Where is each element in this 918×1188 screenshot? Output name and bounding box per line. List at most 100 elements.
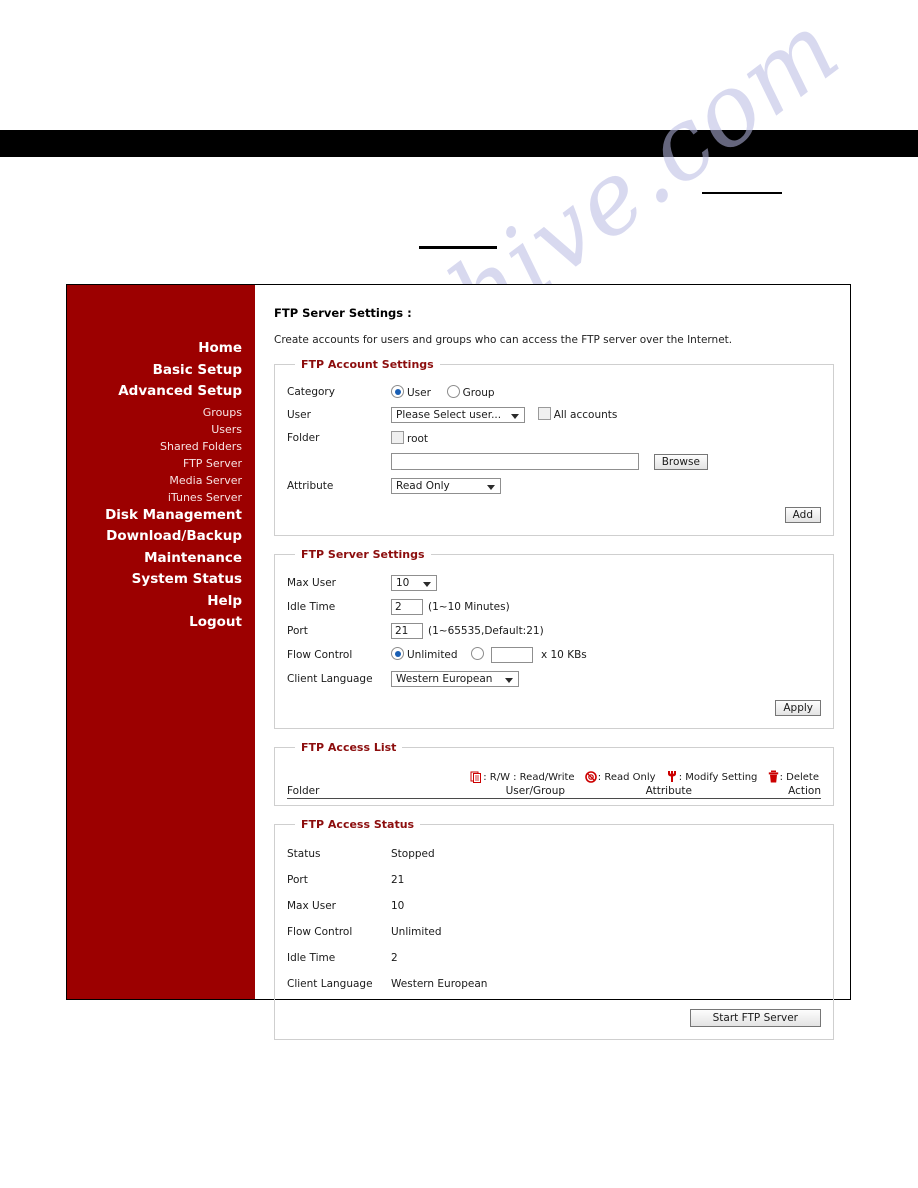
folder-root-checkbox[interactable] — [391, 431, 404, 444]
category-group-radio[interactable] — [446, 385, 460, 398]
sidebar-nav: Home Basic Setup Advanced Setup Groups Users… — [67, 285, 255, 999]
column-header-user-group: User/Group — [505, 785, 566, 797]
client-language-row: Client Language Western European — [287, 667, 821, 691]
apply-button[interactable]: Apply — [775, 699, 821, 716]
attribute-label: Attribute — [287, 480, 334, 492]
user-label: User — [287, 409, 311, 421]
ftp-access-list-legend: FTP Access List — [301, 741, 397, 754]
status-value: 10 — [391, 900, 405, 912]
add-button[interactable]: Add — [784, 506, 821, 523]
idle-time-row: Idle Time 2 (1~10 Minutes) — [287, 595, 821, 619]
sidebar-item-disk-management[interactable]: Disk Management — [67, 508, 255, 523]
modify-setting-icon — [667, 771, 676, 782]
status-row: Flow Control Unlimited — [287, 919, 821, 945]
sidebar-item-advanced-setup[interactable]: Advanced Setup — [67, 384, 255, 399]
ftp-account-settings-section: FTP Account Settings Category User Group… — [274, 358, 834, 536]
all-accounts-label: All accounts — [553, 409, 618, 421]
ftp-access-list-section: FTP Access List : R/W : Read/Write : Rea… — [274, 741, 834, 806]
flow-control-controls: Unlimited x 10 KBs — [391, 643, 821, 667]
user-controls: Please Select user... All accounts — [391, 403, 821, 427]
status-key: Flow Control — [287, 926, 353, 938]
folder-row: Folder root — [287, 427, 821, 449]
attribute-select[interactable]: Read Only — [391, 478, 501, 494]
user-row: User Please Select user... All accounts — [287, 403, 821, 427]
ftp-server-settings-section: FTP Server Settings Max User 10 Idle Tim… — [274, 548, 834, 729]
start-ftp-server-button[interactable]: Start FTP Server — [689, 1008, 821, 1027]
page-description: Create accounts for users and groups who… — [274, 334, 733, 346]
folder-path-spacer — [287, 449, 391, 474]
sidebar-item-system-status[interactable]: System Status — [67, 572, 255, 587]
attribute-controls: Read Only — [391, 474, 821, 498]
status-value: 2 — [391, 952, 398, 964]
folder-label: Folder — [287, 432, 320, 444]
category-label: Category — [287, 386, 335, 398]
read-write-legend-text: : R/W : Read/Write — [483, 772, 575, 783]
port-hint: (1~65535,Default:21) — [428, 625, 544, 637]
redacted-header-bar — [0, 130, 918, 157]
folder-root-label: root — [407, 433, 429, 445]
main-content: FTP Server Settings : Create accounts fo… — [255, 285, 850, 1040]
port-label: Port — [287, 625, 308, 637]
status-row: Idle Time 2 — [287, 945, 821, 971]
sidebar-item-help[interactable]: Help — [67, 594, 255, 609]
redaction-rule-top-right — [702, 192, 782, 194]
access-list-icon-legend: : R/W : Read/Write : Read Only : Modify … — [287, 764, 821, 785]
max-user-row: Max User 10 — [287, 571, 821, 595]
status-key: Status — [287, 848, 321, 860]
status-key: Idle Time — [287, 952, 336, 964]
read-only-legend-text: : Read Only — [597, 772, 656, 783]
sidebar-item-download-backup[interactable]: Download/Backup — [67, 529, 255, 544]
flow-unit-label: x 10 KBs — [540, 649, 587, 661]
sidebar-item-basic-setup[interactable]: Basic Setup — [67, 363, 255, 378]
flow-custom-input[interactable] — [490, 647, 533, 663]
sidebar-item-itunes-server[interactable]: iTunes Server — [67, 492, 255, 503]
sidebar-item-home[interactable]: Home — [67, 341, 255, 356]
status-row: Max User 10 — [287, 893, 821, 919]
idle-time-input[interactable]: 2 — [391, 599, 423, 615]
page-title: FTP Server Settings : — [274, 306, 412, 320]
all-accounts-checkbox[interactable] — [537, 407, 551, 420]
max-user-controls: 10 — [391, 571, 821, 595]
client-language-controls: Western European — [391, 667, 821, 691]
folder-path-controls: Browse — [391, 449, 821, 474]
status-key: Max User — [287, 900, 336, 912]
idle-time-controls: 2 (1~10 Minutes) — [391, 595, 821, 619]
flow-unlimited-radio[interactable] — [391, 647, 404, 660]
category-options: User Group — [391, 381, 821, 403]
account-actions: Add — [287, 504, 821, 523]
ftp-access-status-section: FTP Access Status Status Stopped Port 21 Max… — [274, 818, 834, 1040]
sidebar-item-logout[interactable]: Logout — [67, 615, 255, 630]
category-user-label: User — [407, 387, 431, 399]
modify-setting-legend-text: : Modify Setting — [678, 772, 758, 783]
folder-path-input[interactable] — [391, 453, 639, 470]
status-value: Unlimited — [391, 926, 442, 938]
ftp-access-status-legend: FTP Access Status — [301, 818, 415, 831]
flow-control-row: Flow Control Unlimited x 10 KBs — [287, 643, 821, 667]
category-group-label: Group — [462, 387, 495, 399]
sidebar-item-media-server[interactable]: Media Server — [67, 475, 255, 486]
sidebar-item-groups[interactable]: Groups — [67, 407, 255, 418]
browse-button[interactable]: Browse — [653, 453, 708, 470]
status-row: Status Stopped — [287, 841, 821, 867]
category-user-radio[interactable] — [391, 385, 404, 398]
ftp-server-settings-form: Max User 10 Idle Time 2 (1~10 Minutes) Po… — [287, 571, 821, 691]
status-key: Port — [287, 874, 308, 886]
status-row: Client Language Western European — [287, 971, 821, 997]
read-write-icon — [470, 771, 482, 783]
sidebar-item-maintenance[interactable]: Maintenance — [67, 551, 255, 566]
sidebar-item-ftp-server[interactable]: FTP Server — [67, 458, 255, 469]
user-select[interactable]: Please Select user... — [391, 407, 525, 423]
ftp-account-settings-form: Category User Group User Please Select u… — [287, 381, 821, 498]
status-actions: Start FTP Server — [287, 1007, 821, 1027]
folder-path-row: Browse — [287, 449, 821, 474]
client-language-select[interactable]: Western European — [391, 671, 519, 687]
column-header-attribute: Attribute — [645, 785, 692, 797]
access-list-column-headers: Folder User/Group Attribute Action — [287, 785, 821, 799]
max-user-select[interactable]: 10 — [391, 575, 437, 591]
sidebar-item-shared-folders[interactable]: Shared Folders — [67, 441, 255, 452]
flow-custom-radio[interactable] — [471, 647, 485, 660]
sidebar-item-users[interactable]: Users — [67, 424, 255, 435]
flow-control-label: Flow Control — [287, 649, 353, 661]
port-controls: 21 (1~65535,Default:21) — [391, 619, 821, 643]
port-input[interactable]: 21 — [391, 623, 423, 639]
